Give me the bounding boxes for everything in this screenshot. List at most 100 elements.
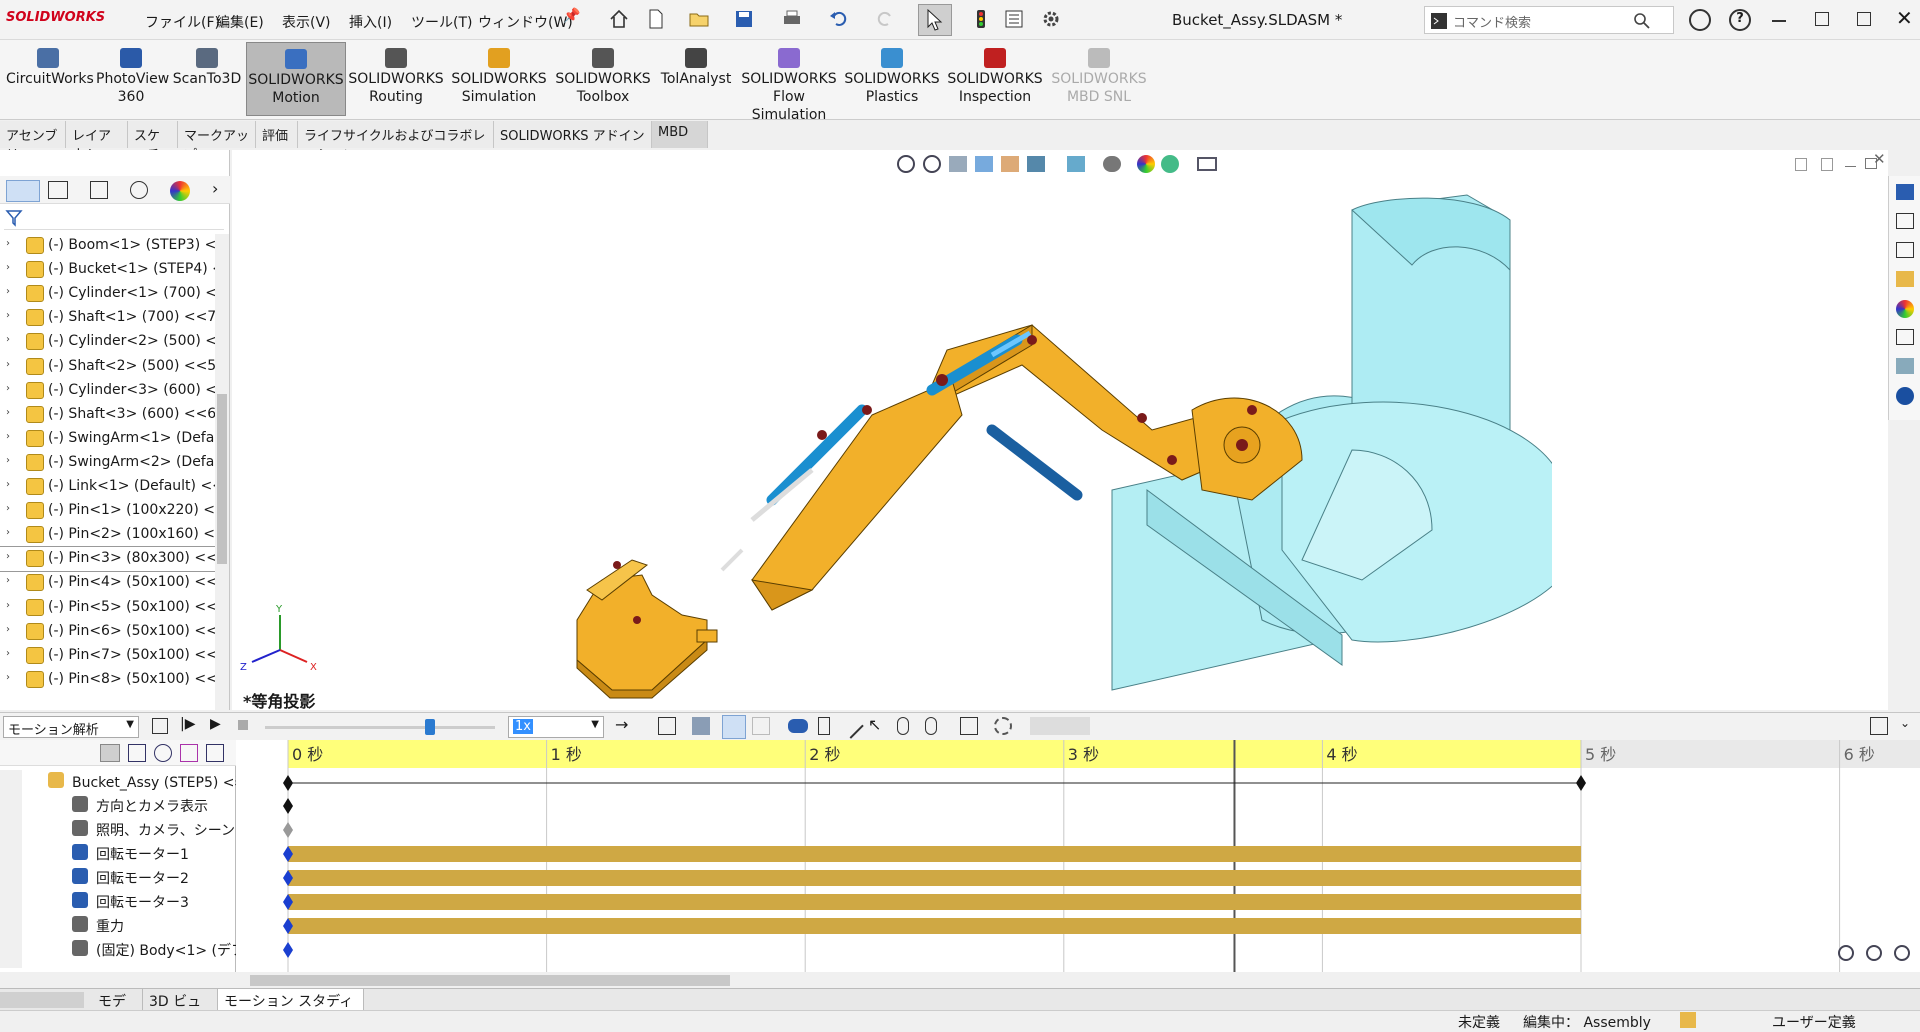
expand-arrow-icon[interactable]: ›: [6, 431, 10, 442]
key-point[interactable]: [283, 775, 293, 791]
tree-scrollbar[interactable]: [215, 234, 229, 710]
new-document-icon[interactable]: [645, 8, 669, 32]
play-icon[interactable]: ▶: [210, 716, 221, 732]
motion-tree-item[interactable]: 照明、カメラ、シーン: [0, 818, 236, 842]
motion-tree-item[interactable]: 回転モーター2: [0, 866, 236, 890]
expand-arrow-icon[interactable]: ›: [6, 575, 10, 586]
menu-file[interactable]: ファイル(F): [145, 12, 220, 32]
cmd-scanto3d[interactable]: ScanTo3D: [172, 42, 242, 116]
timeline-scrollbar-thumb[interactable]: [250, 975, 730, 986]
menu-view[interactable]: 表示(V): [282, 12, 331, 32]
expand-arrow-icon[interactable]: ›: [6, 262, 10, 273]
tree-item[interactable]: › (-) Bucket<1> (STEP4) <: [0, 258, 225, 282]
menu-insert[interactable]: 挿入(I): [349, 12, 392, 32]
gravity-icon[interactable]: [925, 717, 937, 735]
force-icon[interactable]: ↖: [868, 715, 881, 734]
rebuild-icon[interactable]: [1680, 1012, 1696, 1028]
expand-arrow-icon[interactable]: ›: [6, 238, 10, 249]
autokey-icon[interactable]: [722, 715, 746, 739]
playback-mode-icon[interactable]: →: [615, 715, 628, 734]
expand-arrow-icon[interactable]: ›: [6, 286, 10, 297]
expand-arrow-icon[interactable]: ›: [6, 648, 10, 659]
playback-speed-select[interactable]: 1x ▼: [508, 716, 604, 738]
tree-item[interactable]: › (-) Cylinder<3> (600) <<: [0, 379, 225, 403]
viewport-icon-a[interactable]: [1795, 158, 1807, 171]
cmd-solidworks-motion[interactable]: SOLIDWORKS Motion: [246, 42, 346, 116]
configuration-manager-tab-icon[interactable]: [90, 181, 108, 199]
cmd-circuitworks[interactable]: CircuitWorks: [6, 42, 94, 116]
tree-item[interactable]: › (-) SwingArm<2> (Defau: [0, 451, 225, 475]
dimxpert-tab-icon[interactable]: [130, 181, 148, 199]
feature-manager-tab-icon[interactable]: [6, 180, 40, 202]
motion-tree-item[interactable]: 回転モーター3: [0, 890, 236, 914]
tree-item[interactable]: › (-) Pin<3> (80x300) <<8: [0, 546, 226, 573]
tree-item[interactable]: › (-) Pin<4> (50x100) <<5: [0, 571, 225, 595]
zoom-to-fit-timeline-icon[interactable]: [1894, 945, 1910, 961]
study-type-select[interactable]: モーション解析 ▼: [3, 716, 139, 738]
expand-arrow-icon[interactable]: ›: [6, 600, 10, 611]
zoom-in-icon[interactable]: [1838, 945, 1854, 961]
cmd-solidworks-inspection[interactable]: SOLIDWORKS Inspection: [946, 42, 1044, 116]
tree-item[interactable]: › (-) Cylinder<2> (500) <<: [0, 330, 225, 354]
display-manager-tab-icon[interactable]: [170, 181, 190, 201]
save-animation-icon[interactable]: [658, 717, 676, 735]
bottom-tab-2[interactable]: モーション スタディ 1: [218, 989, 364, 1027]
redo-icon[interactable]: [874, 8, 898, 32]
solidworks-resources-icon[interactable]: [1896, 184, 1914, 200]
graphics-area[interactable]: ✕ Y X Z: [232, 150, 1888, 710]
playback-slider-thumb[interactable]: [425, 719, 435, 735]
tree-item[interactable]: › (-) Pin<2> (100x160) <<: [0, 523, 225, 547]
play-from-start-icon[interactable]: |▶: [180, 716, 195, 732]
playback-slider[interactable]: [265, 719, 495, 735]
home-icon[interactable]: [608, 8, 632, 32]
expand-arrow-icon[interactable]: ›: [6, 334, 10, 345]
solidworks-forum-icon[interactable]: [1896, 358, 1914, 374]
tree-item[interactable]: › (-) SwingArm<1> (Defau: [0, 427, 225, 451]
feature-change-bar[interactable]: [288, 870, 1581, 886]
timeline-header-active[interactable]: [288, 740, 1581, 768]
viewport-minimize-icon[interactable]: [1845, 166, 1856, 167]
view-palette-icon[interactable]: [1896, 271, 1914, 287]
motion-tree-scrollbar[interactable]: [0, 770, 22, 968]
expand-arrow-icon[interactable]: ›: [6, 359, 10, 370]
tree-item[interactable]: › (-) Boom<1> (STEP3) <<: [0, 234, 225, 258]
file-explorer-icon[interactable]: [1896, 242, 1914, 258]
tree-item[interactable]: › (-) Cylinder<1> (700) <<: [0, 282, 225, 306]
filter-results-icon[interactable]: [180, 744, 198, 762]
calculate-icon[interactable]: [152, 718, 168, 734]
motion-tree-item[interactable]: 回転モーター1: [0, 842, 236, 866]
damper-icon[interactable]: [838, 713, 864, 739]
cmd-solidworks-flow-simulation[interactable]: SOLIDWORKS Flow Simulation: [740, 42, 838, 123]
file-properties-icon[interactable]: [1003, 8, 1027, 32]
cmd-solidworks-toolbox[interactable]: SOLIDWORKS Toolbox: [554, 42, 652, 116]
tree-item[interactable]: › (-) Shaft<1> (700) <<70: [0, 306, 225, 330]
tree-item[interactable]: › (-) Pin<8> (50x100) <<5: [0, 668, 225, 692]
expand-arrow-icon[interactable]: ›: [6, 551, 10, 562]
chevron-down-icon[interactable]: ⌄: [1900, 716, 1910, 730]
tree-item[interactable]: › (-) Link<1> (Default) <<: [0, 475, 225, 499]
cmd-tab-5[interactable]: ライフサイクルおよびコラボレーション: [298, 121, 494, 163]
cmd-solidworks-simulation[interactable]: SOLIDWORKS Simulation: [450, 42, 548, 116]
tree-item[interactable]: › (-) Pin<1> (100x220) <<: [0, 499, 225, 523]
collapse-motion-manager-icon[interactable]: [1870, 717, 1888, 735]
options-gear-icon[interactable]: [1040, 8, 1064, 32]
design-library-icon[interactable]: [1896, 213, 1914, 229]
contact-icon[interactable]: [897, 717, 909, 735]
menu-tools[interactable]: ツール(T): [411, 12, 472, 32]
viewport-close-icon[interactable]: ✕: [1873, 150, 1886, 168]
tile-window-icon[interactable]: [1815, 12, 1829, 26]
expand-arrow-icon[interactable]: ›: [6, 527, 10, 538]
cmd-tab-3[interactable]: マークアップ: [178, 121, 256, 163]
expand-arrow-icon[interactable]: ›: [6, 672, 10, 683]
tree-item[interactable]: › (-) Shaft<3> (600) <<60: [0, 403, 225, 427]
filter-icon[interactable]: [4, 208, 30, 228]
tree-item[interactable]: › (-) Pin<7> (50x100) <<5: [0, 644, 225, 668]
expand-arrow-icon[interactable]: ›: [6, 479, 10, 490]
open-folder-icon[interactable]: [688, 8, 712, 32]
undo-icon[interactable]: [828, 8, 852, 32]
auto-key-settings-icon[interactable]: [206, 744, 224, 762]
motion-tree-item[interactable]: 方向とカメラ表示: [0, 794, 236, 818]
key-point[interactable]: [1576, 775, 1586, 791]
tree-item[interactable]: › (-) Pin<6> (50x100) <<5: [0, 620, 225, 644]
minimize-icon[interactable]: [1772, 20, 1786, 22]
